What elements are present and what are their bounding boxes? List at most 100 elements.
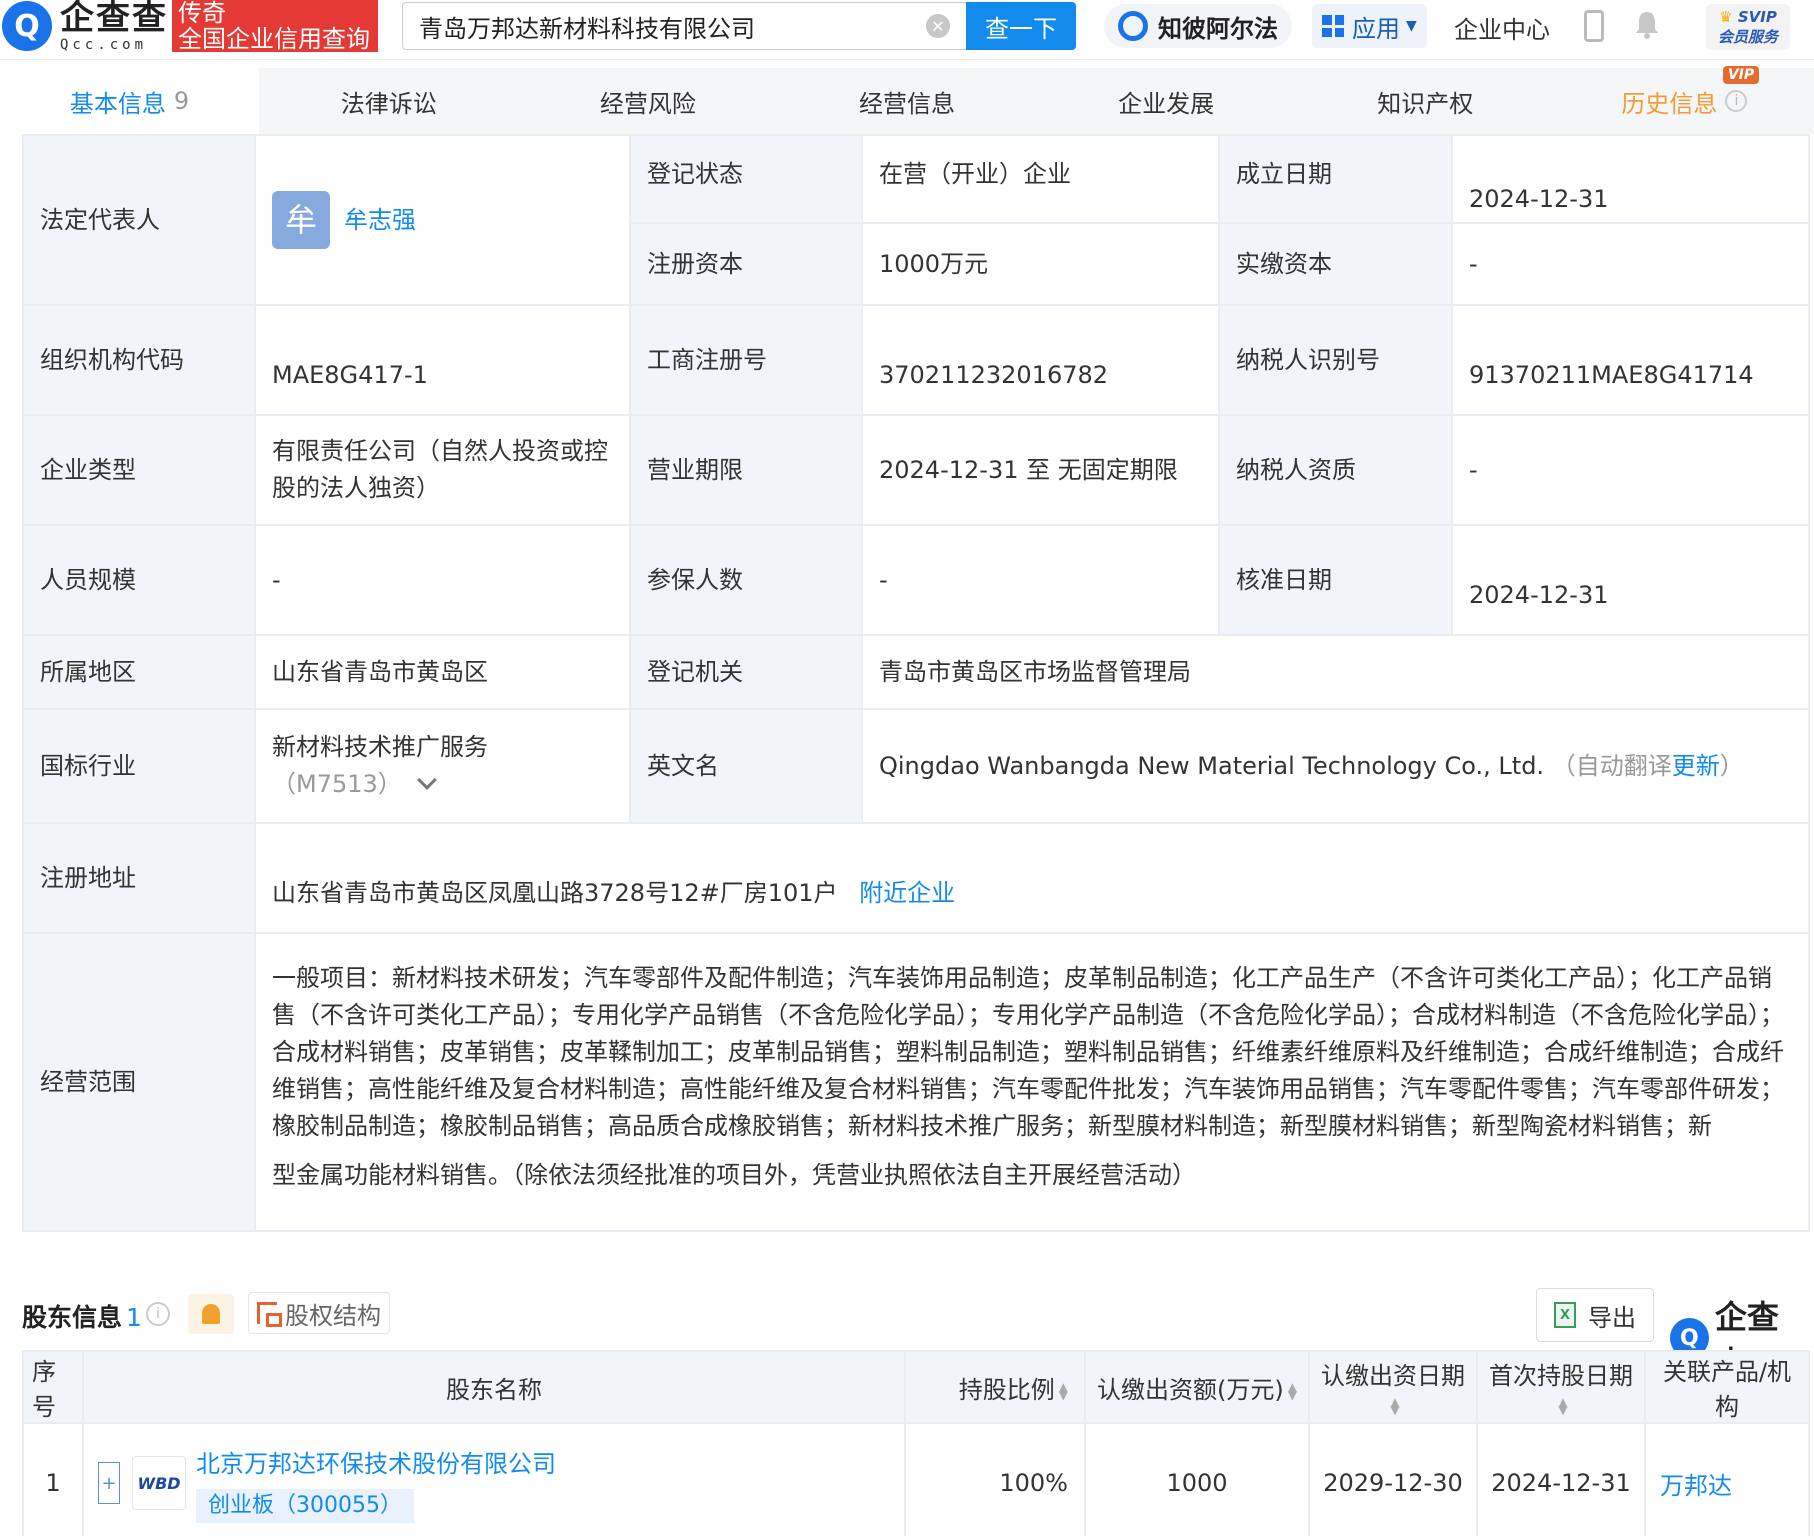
- clear-search-icon[interactable]: ✕: [926, 14, 950, 38]
- shareholder-cell: + WBD 北京万邦达环保技术股份有限公司 创业板（300055）: [82, 1422, 906, 1536]
- shareholders-header: 股东信息1 i 股权结构 X 导出 Q 企查查: [22, 1288, 1808, 1382]
- biz-term-value: 2024-12-31 至 无固定期限: [861, 414, 1220, 526]
- insured-value: -: [861, 524, 1220, 636]
- staff-value: -: [254, 524, 631, 636]
- equity-structure-button[interactable]: 股权结构: [248, 1292, 390, 1334]
- excel-icon: X: [1554, 1302, 1576, 1328]
- tax-qual-label: 纳税人资质: [1218, 414, 1453, 526]
- scope-value: 一般项目：新材料技术研发；汽车零部件及配件制造；汽车装饰用品制造；皮革制品制造；…: [254, 932, 1810, 1232]
- reg-capital-value: 1000万元: [861, 222, 1220, 306]
- col-ratio[interactable]: 持股比例 ▲ ▼: [904, 1350, 1086, 1424]
- sort-icon: ▲ ▼: [1558, 1394, 1568, 1417]
- approved-label: 核准日期: [1218, 524, 1453, 636]
- address-label: 注册地址: [22, 822, 256, 934]
- paid-capital-label: 实缴资本: [1218, 222, 1453, 306]
- table-header-row: 序号 股东名称 持股比例 ▲ ▼ 认缴出资额(万元) ▲ ▼ 认缴出资日期▲ ▼ 首次持股…: [22, 1350, 1810, 1424]
- approved-value: 2024-12-31: [1451, 524, 1810, 636]
- tax-qual-value: -: [1451, 414, 1810, 526]
- grid-icon: [1322, 15, 1344, 37]
- tab-count: 9: [173, 87, 190, 115]
- svip-button[interactable]: ♛ SVIP 会员服务: [1706, 4, 1790, 50]
- mobile-app-icon[interactable]: [1584, 10, 1604, 42]
- tab-development[interactable]: 企业发展: [1037, 68, 1296, 134]
- sort-icon: ▲ ▼: [1390, 1394, 1400, 1417]
- biz-reg-no-value: 370211232016782: [861, 304, 1220, 416]
- region-label: 所属地区: [22, 634, 256, 710]
- tab-ip[interactable]: 知识产权: [1296, 68, 1555, 134]
- monitor-bell-icon[interactable]: [188, 1294, 234, 1334]
- founded-label: 成立日期: [1218, 134, 1453, 224]
- chevron-down-icon[interactable]: [416, 770, 437, 790]
- expand-plus-icon[interactable]: +: [98, 1462, 120, 1504]
- industry-cell: 新材料技术推广服务 （M7513）: [254, 708, 631, 824]
- legal-rep-cell: 牟牟志强: [254, 134, 631, 306]
- tab-history[interactable]: VIP 历史信息 i: [1555, 66, 1814, 134]
- zhibi-logo-icon: [1118, 11, 1148, 41]
- reg-status-label: 登记状态: [629, 134, 863, 224]
- tab-legal[interactable]: 法律诉讼: [259, 68, 518, 134]
- scope-label: 经营范围: [22, 932, 256, 1232]
- english-name-cell: Qingdao Wanbangda New Material Technolog…: [861, 708, 1810, 824]
- insured-label: 参保人数: [629, 524, 863, 636]
- site-logo[interactable]: Q 企查查 Qcc.com: [0, 0, 168, 52]
- company-logo[interactable]: WBD: [132, 1456, 186, 1510]
- shareholders-table: 序号 股东名称 持股比例 ▲ ▼ 认缴出资额(万元) ▲ ▼ 认缴出资日期▲ ▼ 首次持股…: [22, 1350, 1810, 1536]
- english-name-value: Qingdao Wanbangda New Material Technolog…: [879, 751, 1545, 780]
- enterprise-center-link[interactable]: 企业中心: [1454, 10, 1550, 45]
- search-input[interactable]: 青岛万邦达新材料科技有限公司: [402, 2, 966, 50]
- row-index: 1: [22, 1422, 84, 1536]
- reg-capital-label: 注册资本: [629, 222, 863, 306]
- company-type-label: 企业类型: [22, 414, 256, 526]
- legal-rep-name[interactable]: 牟志强: [344, 206, 416, 234]
- shareholder-name-link[interactable]: 北京万邦达环保技术股份有限公司: [196, 1444, 556, 1479]
- listing-tag[interactable]: 创业板（300055）: [196, 1488, 414, 1523]
- info-icon[interactable]: i: [146, 1302, 170, 1326]
- industry-label: 国标行业: [22, 708, 256, 824]
- logo-name: 企查查: [60, 0, 168, 38]
- apps-menu[interactable]: 应用 ▼: [1312, 4, 1427, 48]
- basic-info-table: 法定代表人 牟牟志强 登记状态 在营（开业）企业 成立日期 2024-12-31…: [22, 134, 1810, 1232]
- first-date-value: 2024-12-31: [1476, 1422, 1646, 1536]
- section-tabs: 基本信息 9 法律诉讼 经营风险 经营信息 企业发展 知识产权 VIP 历史信息…: [0, 66, 1814, 134]
- reg-status-value: 在营（开业）企业: [861, 134, 1220, 224]
- nearby-companies-link[interactable]: 附近企业: [859, 879, 955, 907]
- export-button[interactable]: X 导出: [1536, 1288, 1654, 1342]
- english-name-label: 英文名: [629, 708, 863, 824]
- info-icon[interactable]: i: [1725, 90, 1748, 112]
- col-name: 股东名称: [82, 1350, 906, 1424]
- col-index: 序号: [22, 1350, 84, 1424]
- tab-operation[interactable]: 经营信息: [777, 68, 1036, 134]
- zhibi-alpha-button[interactable]: 知彼阿尔法: [1104, 4, 1292, 48]
- address-value: 山东省青岛市黄岛区凤凰山路3728号12#厂房101户: [272, 879, 838, 907]
- tab-basic-info[interactable]: 基本信息 9: [0, 68, 260, 134]
- notification-bell-icon[interactable]: [1634, 10, 1660, 40]
- org-code-label: 组织机构代码: [22, 304, 256, 416]
- qcc-logo-icon: Q: [2, 1, 52, 51]
- caret-down-icon: ▼: [1406, 18, 1417, 34]
- founded-value: 2024-12-31: [1451, 134, 1810, 224]
- company-type-value: 有限责任公司（自然人投资或控股的法人独资）: [254, 414, 631, 526]
- tab-risk[interactable]: 经营风险: [518, 68, 777, 134]
- legal-rep-label: 法定代表人: [22, 134, 256, 306]
- industry-value: 新材料技术推广服务: [272, 733, 488, 761]
- biz-reg-no-label: 工商注册号: [629, 304, 863, 416]
- industry-code: （M7513）: [272, 770, 402, 798]
- update-translation-link[interactable]: 更新: [1672, 752, 1720, 780]
- col-first-date[interactable]: 首次持股日期▲ ▼: [1476, 1350, 1646, 1424]
- search-button[interactable]: 查一下: [966, 2, 1076, 50]
- authority-label: 登记机关: [629, 634, 863, 710]
- logo-slogan: 传奇 全国企业信用查询: [172, 0, 378, 52]
- region-value: 山东省青岛市黄岛区: [254, 634, 631, 710]
- amount-value: 1000: [1084, 1422, 1310, 1536]
- address-cell: 山东省青岛市黄岛区凤凰山路3728号12#厂房101户 附近企业: [254, 822, 1810, 934]
- sort-icon: ▲ ▼: [1287, 1379, 1297, 1402]
- authority-value: 青岛市黄岛区市场监督管理局: [861, 634, 1810, 710]
- taxpayer-id-label: 纳税人识别号: [1218, 304, 1453, 416]
- col-amount[interactable]: 认缴出资额(万元) ▲ ▼: [1084, 1350, 1310, 1424]
- avatar[interactable]: 牟: [272, 191, 330, 249]
- col-subscribe-date[interactable]: 认缴出资日期▲ ▼: [1308, 1350, 1478, 1424]
- top-bar: Q 企查查 Qcc.com 传奇 全国企业信用查询 青岛万邦达新材料科技有限公司…: [0, 0, 1814, 60]
- subscribe-date-value: 2029-12-30: [1308, 1422, 1478, 1536]
- product-link[interactable]: 万邦达: [1644, 1422, 1810, 1536]
- section-title: 股东信息 1: [22, 1303, 142, 1332]
